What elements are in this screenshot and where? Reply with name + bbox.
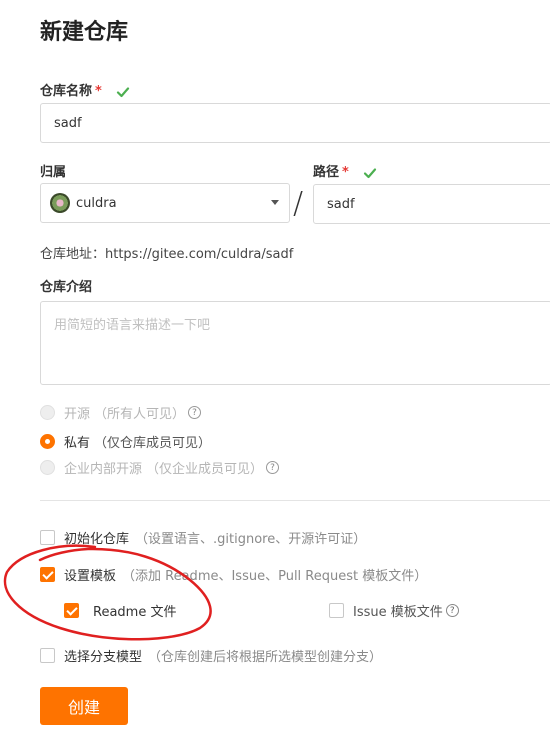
path-input[interactable]: sadf	[313, 184, 550, 224]
required-mark: *	[95, 84, 102, 99]
check-icon	[364, 167, 377, 178]
visibility-option-private[interactable]: 私有 （仅仓库成员可见）	[40, 432, 211, 451]
visibility-option-public[interactable]: 开源 （所有人可见） ?	[40, 403, 202, 422]
check-icon	[117, 86, 130, 97]
owner-select[interactable]: culdra	[40, 183, 290, 223]
option-hint: （仅仓库成员可见）	[94, 436, 212, 451]
option-label: 开源	[64, 407, 91, 422]
issue-template-label: Issue 模板文件	[353, 605, 443, 620]
radio-button[interactable]	[40, 405, 55, 420]
avatar	[50, 193, 70, 213]
question-circle-icon[interactable]: ?	[445, 604, 459, 617]
option-hint: （所有人可见）	[94, 407, 186, 422]
radio-button[interactable]	[40, 434, 55, 449]
repo-url: 仓库地址：https://gitee.com/culdra/sadf	[40, 247, 294, 262]
question-circle-icon[interactable]: ?	[188, 406, 202, 419]
description-textarea[interactable]: 用简短的语言来描述一下吧	[40, 301, 550, 385]
path-label-text: 路径	[313, 165, 340, 180]
option-label: 企业内部开源	[64, 462, 143, 477]
create-button[interactable]: 创建	[40, 687, 128, 725]
repo-name-input[interactable]: sadf	[40, 103, 550, 143]
description-label: 仓库介绍	[40, 280, 93, 295]
visibility-option-enterprise[interactable]: 企业内部开源 （仅企业成员可见） ?	[40, 458, 280, 477]
option-hint: （仅企业成员可见）	[146, 462, 264, 477]
repo-name-label: 仓库名称 *	[40, 80, 130, 99]
radio-button[interactable]	[40, 460, 55, 475]
owner-label: 归属	[40, 165, 67, 180]
caret-down-icon	[271, 200, 279, 205]
owner-value: culdra	[76, 195, 117, 211]
question-circle-icon[interactable]: ?	[266, 461, 280, 474]
repo-name-label-text: 仓库名称	[40, 84, 93, 99]
checkbox[interactable]	[329, 603, 344, 618]
path-label: 路径 *	[313, 161, 377, 180]
section-divider	[40, 500, 550, 501]
required-mark: *	[342, 165, 349, 180]
issue-template-checkbox[interactable]: Issue 模板文件 ?	[329, 601, 459, 620]
page-title: 新建仓库	[40, 20, 129, 45]
path-separator: /	[293, 186, 304, 221]
annotation-circle	[3, 544, 212, 641]
option-label: 私有	[64, 436, 91, 451]
